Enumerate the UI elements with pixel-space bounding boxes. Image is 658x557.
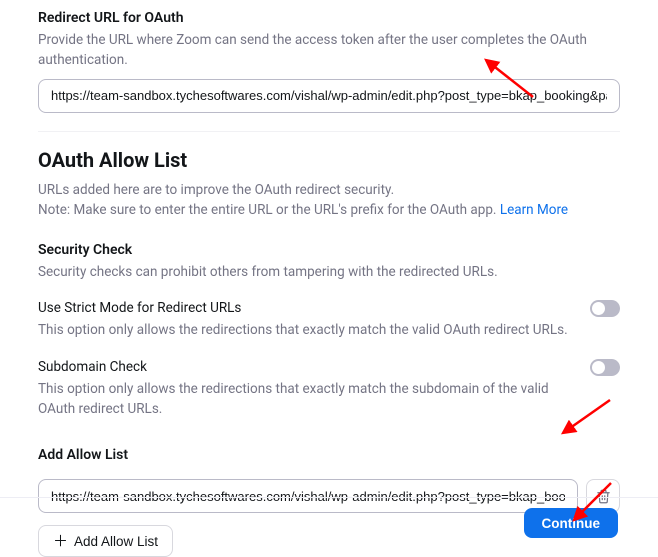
subdomain-check-label: Subdomain Check (38, 359, 578, 375)
learn-more-link[interactable]: Learn More (500, 202, 568, 218)
continue-button[interactable]: Continue (524, 508, 619, 538)
subdomain-check-desc: This option only allows the redirections… (38, 379, 578, 420)
redirect-url-input[interactable] (38, 79, 620, 113)
section-divider (38, 131, 620, 132)
strict-mode-label: Use Strict Mode for Redirect URLs (38, 300, 578, 316)
redirect-url-help: Provide the URL where Zoom can send the … (38, 30, 620, 71)
oauth-allowlist-help: URLs added here are to improve the OAuth… (38, 180, 620, 221)
add-allowlist-label: Add Allow List (38, 447, 620, 463)
footer-bar: Continue (0, 497, 658, 548)
security-check-desc: Security checks can prohibit others from… (38, 262, 620, 282)
security-check-label: Security Check (38, 242, 620, 258)
allowlist-help-line1: URLs added here are to improve the OAuth… (38, 182, 394, 198)
oauth-allowlist-title: OAuth Allow List (38, 148, 620, 172)
toggle-knob (592, 361, 605, 374)
redirect-url-label: Redirect URL for OAuth (38, 10, 620, 26)
strict-mode-desc: This option only allows the redirections… (38, 320, 578, 340)
strict-mode-toggle[interactable] (590, 300, 620, 317)
subdomain-check-toggle[interactable] (590, 359, 620, 376)
allowlist-help-line2: Note: Make sure to enter the entire URL … (38, 202, 500, 218)
toggle-knob (592, 302, 605, 315)
